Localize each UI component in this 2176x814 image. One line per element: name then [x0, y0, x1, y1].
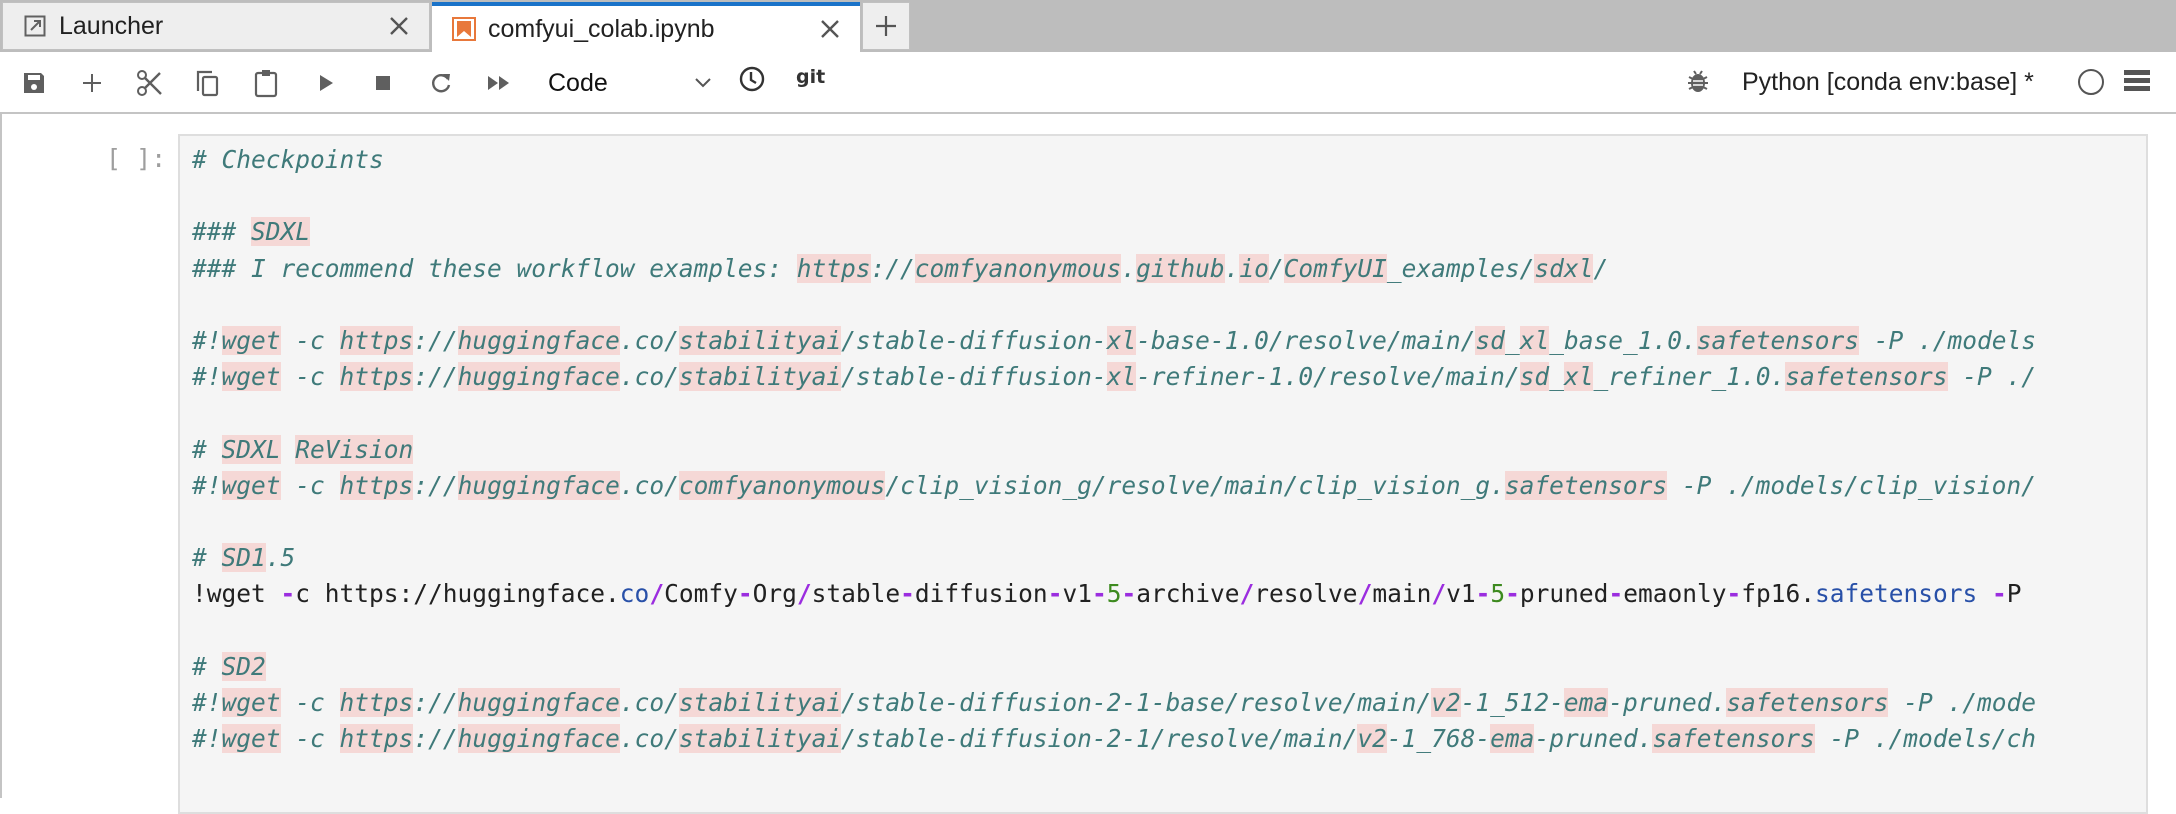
cut-button[interactable] [133, 66, 167, 100]
tab-label: comfyui_colab.ipynb [488, 14, 715, 43]
debugger-icon[interactable] [1686, 68, 1710, 99]
save-button[interactable] [17, 66, 51, 100]
copy-icon [196, 70, 219, 97]
tab-launcher[interactable]: Launcher [2, 2, 430, 50]
clock-icon [739, 66, 765, 92]
code-line: ### I recommend these workflow examples:… [192, 253, 1609, 283]
git-button[interactable]: git [796, 66, 825, 88]
close-icon[interactable] [383, 10, 415, 42]
tab-bar: Launcher comfyui_colab.ipynb [0, 0, 2176, 52]
notebook-panel: [ ]: # Checkpoints ### SDXL ### I recomme… [0, 114, 2176, 814]
code-line: #!wget -c https://huggingface.co/stabili… [192, 362, 2037, 392]
code-line: # Checkpoints [192, 145, 384, 174]
clipboard-icon [254, 70, 278, 98]
play-icon [320, 75, 333, 91]
new-tab-button[interactable] [862, 2, 910, 50]
scissors-icon [137, 70, 162, 96]
restart-run-all-button[interactable] [482, 66, 516, 100]
copy-button[interactable] [191, 66, 225, 100]
code-line: !wget -c https://huggingface.co/Comfy-Or… [192, 579, 2022, 609]
tab-label: Launcher [59, 11, 164, 40]
code-line: ### SDXL [192, 217, 311, 247]
code-line: # SD1.5 [192, 543, 296, 573]
code-line: #!wget -c https://huggingface.co/comfyan… [192, 470, 2036, 500]
chevron-down-icon [695, 78, 711, 88]
fast-forward-icon [488, 76, 509, 90]
stop-icon [376, 76, 390, 90]
code-cell-editor[interactable]: # Checkpoints ### SDXL ### I recommend th… [178, 134, 2148, 814]
plus-icon [83, 74, 101, 92]
cell-type-select[interactable]: Code [536, 64, 712, 102]
restart-icon [432, 74, 451, 93]
close-icon[interactable] [814, 13, 846, 45]
plus-icon [876, 16, 896, 36]
restart-kernel-button[interactable] [424, 66, 458, 100]
code-line: #!wget -c https://huggingface.co/stabili… [192, 724, 2036, 753]
tab-notebook[interactable]: comfyui_colab.ipynb [432, 2, 860, 52]
code-line: #!wget -c https://huggingface.co/stabili… [192, 687, 2036, 717]
cell-type-value: Code [548, 68, 608, 97]
insert-cell-button[interactable] [75, 66, 109, 100]
save-icon [24, 73, 44, 93]
run-button[interactable] [309, 66, 343, 100]
notebook-icon [452, 17, 476, 41]
code-content[interactable]: # Checkpoints ### SDXL ### I recommend th… [192, 142, 2036, 757]
cell-prompt: [ ]: [106, 144, 167, 173]
code-line: # SD2 [192, 651, 266, 681]
external-link-icon [23, 14, 47, 38]
paste-button[interactable] [249, 66, 283, 100]
interrupt-button[interactable] [366, 66, 400, 100]
kernel-status-icon [2078, 69, 2104, 95]
code-line: # SDXL ReVision [192, 434, 414, 464]
code-line: #!wget -c https://huggingface.co/stabili… [192, 325, 2037, 355]
kernel-name[interactable]: Python [conda env:base] * [1742, 68, 2034, 97]
time-history-button[interactable] [735, 62, 769, 96]
menu-icon[interactable] [2124, 70, 2150, 94]
